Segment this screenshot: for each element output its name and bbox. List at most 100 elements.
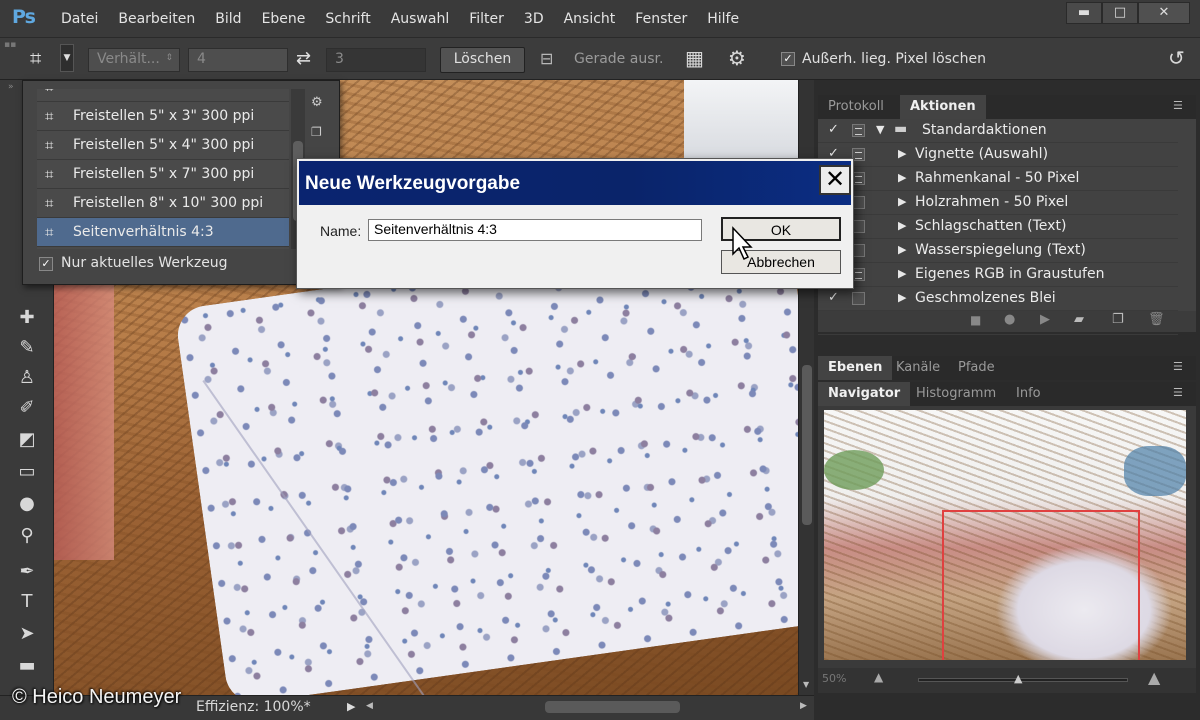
menu-fenster[interactable]: Fenster [635,11,687,27]
navigator-menu-icon[interactable]: ☰ [1173,386,1183,399]
tab-protokoll[interactable]: Protokoll [818,95,894,119]
preset-name-input[interactable]: Seitenverhältnis 4:3 [368,219,702,241]
expand-right-icon[interactable]: ▶ [898,195,906,208]
trash-icon[interactable]: 🗑 [1148,312,1165,327]
gradient-icon[interactable]: ▭ [14,460,40,484]
dodge-icon[interactable]: ⚲ [14,524,40,548]
preset-picker-button[interactable]: ▼ [60,44,74,72]
delete-pixels-checkbox[interactable]: ✓ [781,52,795,66]
straighten-label[interactable]: Gerade ausr. [574,51,663,67]
menu-filter[interactable]: Filter [469,11,504,27]
tab-navigator[interactable]: Navigator [818,382,911,406]
menu-ebene[interactable]: Ebene [262,11,306,27]
clear-button[interactable]: Löschen [440,47,525,73]
preset-item-partial[interactable]: ⌗ [37,89,289,102]
dialog-titlebar[interactable]: Neue Werkzeugvorgabe ✕ [299,161,851,205]
zoom-out-icon[interactable]: ▲ [874,670,883,684]
preset-item[interactable]: ⌗ Seitenverhältnis 4:3 [37,218,289,247]
preset-item[interactable]: ⌗ Freistellen 8" x 10" 300 ppi [37,189,289,218]
zoom-slider[interactable] [918,678,1128,682]
action-toggle-check-icon[interactable]: ✓ [828,122,839,137]
reset-icon[interactable]: ↺ [1168,46,1185,70]
current-tool-only-checkbox[interactable]: ✓ [39,257,53,271]
maximize-button[interactable]: □ [1102,2,1138,24]
menu-schrift[interactable]: Schrift [325,11,370,27]
expand-down-icon[interactable]: ▼ [876,123,884,136]
horizontal-scroll-thumb[interactable] [545,701,680,713]
record-icon[interactable]: ● [1004,312,1015,327]
menu-hilfe[interactable]: Hilfe [707,11,739,27]
height-input[interactable]: 3 [326,48,426,72]
eraser-icon[interactable]: ◩ [14,428,40,452]
dialog-toggle-box[interactable] [852,292,865,305]
crop-tool-icon[interactable]: ⌗ [30,46,41,70]
expand-right-icon[interactable]: ▶ [898,291,906,304]
minimize-button[interactable]: ▬ [1066,2,1102,24]
play-icon[interactable]: ▶ [1040,312,1050,327]
gear-icon[interactable]: ⚙ [728,46,746,70]
expand-right-icon[interactable]: ▶ [898,243,906,256]
menu-bild[interactable]: Bild [215,11,241,27]
scroll-right-icon[interactable]: ▶ [800,701,807,711]
action-row[interactable]: ✓▶Holzrahmen - 50 Pixel [818,191,1178,215]
preset-item[interactable]: ⌗ Freistellen 5" x 4" 300 ppi [37,131,289,160]
new-action-icon[interactable]: ❐ [1112,312,1124,327]
action-toggle-check-icon[interactable]: ✓ [828,290,839,305]
expand-right-icon[interactable]: ▶ [898,147,906,160]
history-brush-icon[interactable]: ✐ [14,396,40,420]
scroll-left-icon[interactable]: ◀ [366,701,373,711]
scroll-down-icon[interactable]: ▼ [803,680,809,689]
navigator-view-box[interactable] [942,510,1140,660]
swap-icon[interactable]: ⇄ [296,48,311,69]
action-row[interactable]: ✓▶Eigenes RGB in Graustufen [818,263,1178,287]
menu-datei[interactable]: Datei [61,11,98,27]
action-row[interactable]: ✓▶Rahmenkanal - 50 Pixel [818,167,1178,191]
vertical-scroll-thumb[interactable] [802,365,812,525]
stop-icon[interactable]: ■ [970,313,981,327]
tab-kanaele[interactable]: Kanäle [886,356,950,380]
expand-right-icon[interactable]: ▶ [898,267,906,280]
type-tool-icon[interactable]: T [14,590,40,614]
menu-ansicht[interactable]: Ansicht [564,11,616,27]
path-selection-icon[interactable]: ➤ [14,622,40,646]
zoom-in-icon[interactable]: ▲ [1148,668,1160,687]
action-row[interactable]: ✓▶Wasserspiegelung (Text) [818,239,1178,263]
grid-overlay-icon[interactable]: ▦ [685,46,704,70]
ratio-select[interactable]: Verhält... ⇕ [88,48,180,72]
blur-icon[interactable]: ● [14,492,40,516]
menu-auswahl[interactable]: Auswahl [391,11,450,27]
preset-item[interactable]: ⌗ Freistellen 5" x 3" 300 ppi [37,102,289,131]
close-window-button[interactable]: ✕ [1138,2,1190,24]
width-input[interactable]: 4 [188,48,288,72]
tab-aktionen[interactable]: Aktionen [900,95,986,119]
tab-pfade[interactable]: Pfade [948,356,1005,380]
tab-histogramm[interactable]: Histogramm [906,382,1006,406]
zoom-value[interactable]: 50% [822,672,846,685]
straighten-icon[interactable]: ⊟ [540,49,553,68]
action-row[interactable]: ✓ ▼ ▬ Standardaktionen [818,119,1178,143]
dialog-toggle-box[interactable] [852,124,865,137]
rectangle-tool-icon[interactable]: ▬ [14,654,40,678]
menu-3d[interactable]: 3D [524,11,544,27]
collapse-icon[interactable]: » [8,82,14,92]
preset-gear-icon[interactable]: ⚙ [311,95,323,110]
tab-info[interactable]: Info [1006,382,1051,406]
zoom-slider-thumb[interactable]: ▲ [1014,672,1022,685]
navigator-thumbnail[interactable] [824,410,1186,660]
expand-right-icon[interactable]: ▶ [898,171,906,184]
menu-bearbeiten[interactable]: Bearbeiten [118,11,195,27]
preset-item[interactable]: ⌗ Freistellen 5" x 7" 300 ppi [37,160,289,189]
dialog-close-button[interactable]: ✕ [819,165,851,195]
healing-brush-icon[interactable]: ✚ [14,306,40,330]
action-row[interactable]: ✓ ▶ Geschmolzenes Blei [818,287,1178,311]
expand-right-icon[interactable]: ▶ [898,219,906,232]
panel-menu-icon[interactable]: ☰ [1173,99,1183,112]
action-row[interactable]: ✓▶Schlagschatten (Text) [818,215,1178,239]
layers-menu-icon[interactable]: ☰ [1173,360,1183,373]
brush-icon[interactable]: ✎ [14,336,40,360]
new-set-icon[interactable]: ▰ [1074,312,1084,327]
stamp-icon[interactable]: ♙ [14,366,40,390]
pen-icon[interactable]: ✒ [14,560,40,584]
action-row[interactable]: ✓ ▶ Vignette (Auswahl) [818,143,1178,167]
tab-ebenen[interactable]: Ebenen [818,356,893,380]
